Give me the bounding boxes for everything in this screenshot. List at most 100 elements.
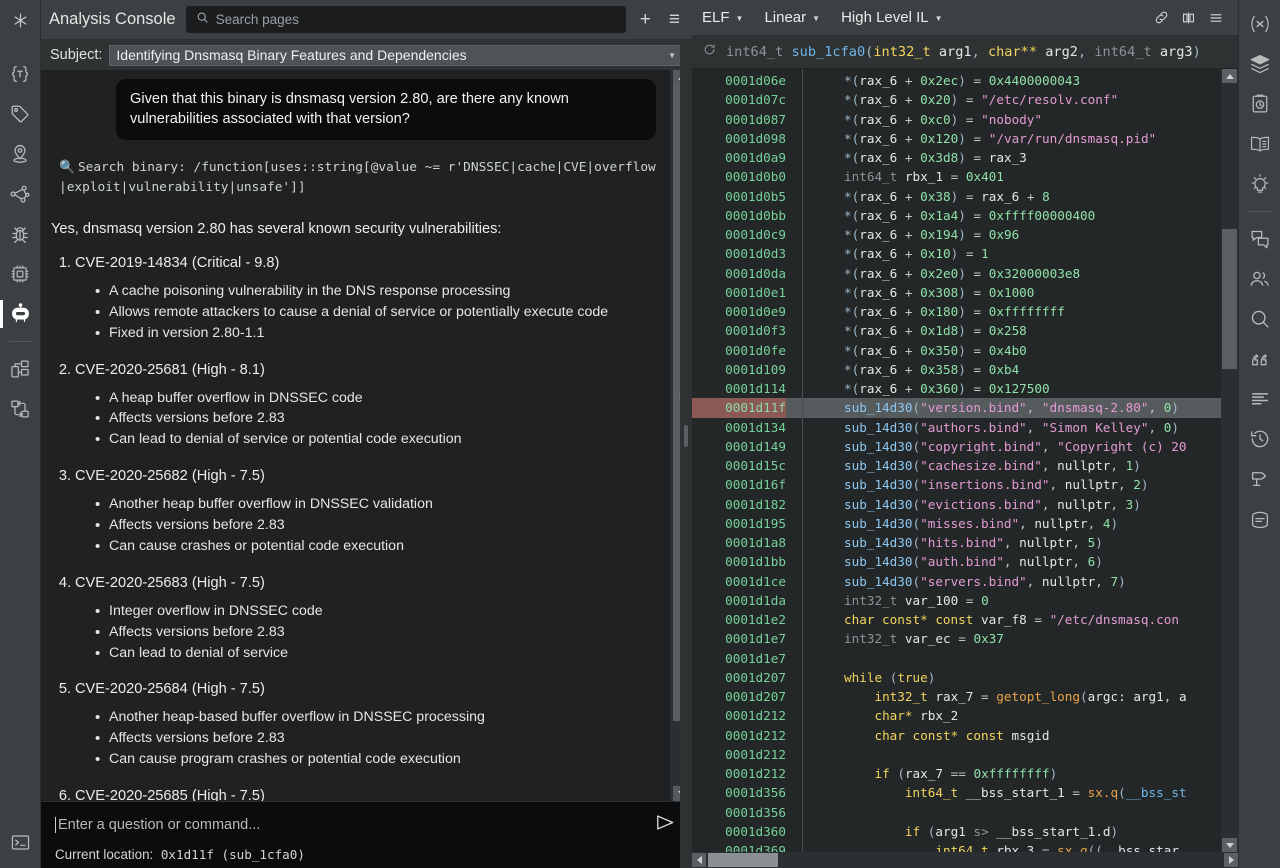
view-mode-dropdown[interactable]: Linear ▼ <box>764 9 831 26</box>
terminal-icon[interactable] <box>0 822 41 862</box>
code-line[interactable]: 0001d0e1 *(rax_6 + 0x308) = 0x1000 <box>692 283 1221 302</box>
code-scroll-right-button[interactable] <box>1224 853 1238 867</box>
code-line[interactable]: 0001d360 if (arg1 s> __bss_start_1.d) <box>692 822 1221 841</box>
code-line[interactable]: 0001d1a8 sub_14d30("hits.bind", nullptr, … <box>692 533 1221 552</box>
subject-dropdown[interactable]: Identifying Dnsmasq Binary Features and … <box>109 44 682 66</box>
code-line[interactable]: 0001d0b5 *(rax_6 + 0x38) = rax_6 + 8 <box>692 187 1221 206</box>
transform-icon[interactable] <box>0 389 41 429</box>
new-page-button[interactable]: + <box>636 10 655 29</box>
code-line[interactable]: 0001d0fe *(rax_6 + 0x350) = 0x4b0 <box>692 341 1221 360</box>
code-line[interactable]: 0001d1e7 int32_t var_ec = 0x37 <box>692 629 1221 648</box>
code-line[interactable]: 0001d114 *(rax_6 + 0x360) = 0x127500 <box>692 379 1221 398</box>
code-line[interactable]: 0001d06e *(rax_6 + 0x2ec) = 0x4400000043 <box>692 71 1221 90</box>
search-icon[interactable] <box>1239 299 1280 339</box>
call-graph-icon[interactable] <box>0 174 41 214</box>
reload-icon[interactable] <box>703 43 716 60</box>
code-line[interactable]: 0001d207 while (true) <box>692 668 1221 687</box>
subject-bar: Subject: Identifying Dnsmasq Binary Feat… <box>41 40 692 70</box>
stack-icon[interactable] <box>1239 499 1280 539</box>
hamburger-menu-icon[interactable] <box>1202 11 1230 25</box>
code-hscrollbar-thumb[interactable] <box>708 853 778 867</box>
code-line[interactable]: 0001d1e2 char const* const var_f8 = "/etc… <box>692 610 1221 629</box>
code-line-highlighted[interactable]: 0001d11f sub_14d30("version.bind", "dnsma… <box>692 398 1221 418</box>
lightbulb-icon[interactable] <box>1239 164 1280 204</box>
panel-splitter-grip[interactable] <box>684 425 688 447</box>
history-clock-icon[interactable] <box>1239 419 1280 459</box>
code-vscrollbar-thumb[interactable] <box>1222 229 1237 369</box>
split-pane-icon[interactable] <box>1175 11 1202 25</box>
code-line[interactable]: 0001d0f3 *(rax_6 + 0x1d8) = 0x258 <box>692 321 1221 340</box>
code-line[interactable]: 0001d356 <box>692 803 1221 822</box>
code-line[interactable]: 0001d087 *(rax_6 + 0xc0) = "nobody" <box>692 110 1221 129</box>
variables-icon[interactable] <box>1239 4 1280 44</box>
users-icon[interactable] <box>1239 259 1280 299</box>
code-line[interactable]: 0001d149 sub_14d30("copyright.bind", "Cop… <box>692 437 1221 456</box>
code-line[interactable]: 0001d0c9 *(rax_6 + 0x194) = 0x96 <box>692 225 1221 244</box>
code-line[interactable]: 0001d212 char const* const msgid <box>692 726 1221 745</box>
code-line[interactable]: 0001d0da *(rax_6 + 0x2e0) = 0x32000003e8 <box>692 264 1221 283</box>
code-view[interactable]: 0001d06e *(rax_6 + 0x2ec) = 0x4400000043 0… <box>692 69 1238 868</box>
code-line[interactable]: 0001d0e9 *(rax_6 + 0x180) = 0xffffffff <box>692 302 1221 321</box>
code-line[interactable]: 0001d1ce sub_14d30("servers.bind", nullpt… <box>692 572 1221 591</box>
code-line[interactable]: 0001d098 *(rax_6 + 0x120) = "/var/run/dns… <box>692 129 1221 148</box>
list-item: Affects versions before 2.83 <box>51 408 660 429</box>
bug-icon[interactable] <box>0 214 41 254</box>
code-line[interactable]: 0001d195 sub_14d30("misses.bind", nullptr… <box>692 514 1221 533</box>
view-type-dropdown[interactable]: ELF ▼ <box>702 9 754 26</box>
code-scroll-up-button[interactable] <box>1222 69 1237 83</box>
layers-icon[interactable] <box>1239 44 1280 84</box>
code-line[interactable]: 0001d1e7 <box>692 649 1221 668</box>
code-vertical-scrollbar[interactable] <box>1221 69 1238 852</box>
code-line[interactable]: 0001d0b0 int64_t rbx_1 = 0x401 <box>692 167 1221 186</box>
code-horizontal-scrollbar[interactable] <box>692 852 1238 868</box>
code-line[interactable]: 0001d369 int64_t rbx_3 = sx.q((__bss_sta… <box>692 841 1221 852</box>
code-line[interactable]: 0001d134 sub_14d30("authors.bind", "Simon… <box>692 418 1221 437</box>
list-item: Affects versions before 2.83 <box>51 728 660 749</box>
code-line[interactable]: 0001d212 <box>692 745 1221 764</box>
cve-heading: 5. CVE-2020-25684 (High - 7.5) <box>51 681 660 697</box>
book-icon[interactable] <box>1239 124 1280 164</box>
question-input[interactable] <box>55 817 644 833</box>
location-pin-icon[interactable] <box>0 134 41 174</box>
code-line[interactable]: 0001d212 char* rbx_2 <box>692 706 1221 725</box>
code-line[interactable]: 0001d07c *(rax_6 + 0x20) = "/etc/resolv.c… <box>692 90 1221 109</box>
lines-icon[interactable] <box>1239 379 1280 419</box>
comments-icon[interactable] <box>1239 219 1280 259</box>
code-line[interactable]: 0001d0d3 *(rax_6 + 0x10) = 1 <box>692 244 1221 263</box>
code-line[interactable]: 0001d212 if (rax_7 == 0xffffffff) <box>692 764 1221 783</box>
code-line[interactable]: 0001d15c sub_14d30("cachesize.bind", null… <box>692 456 1221 475</box>
code-line[interactable]: 0001d109 *(rax_6 + 0x358) = 0xb4 <box>692 360 1221 379</box>
code-address: 0001d0e1 <box>725 284 786 300</box>
code-address: 0001d1bb <box>725 554 786 570</box>
quotes-icon[interactable] <box>1239 339 1280 379</box>
list-item: Allows remote attackers to cause a denia… <box>51 302 660 323</box>
code-line[interactable]: 0001d0a9 *(rax_6 + 0x3d8) = rax_3 <box>692 148 1221 167</box>
code-line[interactable]: 0001d207 int32_t rax_7 = getopt_long(arg… <box>692 687 1221 706</box>
flag-marker-icon[interactable] <box>1239 459 1280 499</box>
code-line[interactable]: 0001d0bb *(rax_6 + 0x1a4) = 0xffff0000040… <box>692 206 1221 225</box>
code-scroll-down-button[interactable] <box>1222 838 1237 852</box>
clipboard-clock-icon[interactable] <box>1239 84 1280 124</box>
code-scroll-left-button[interactable] <box>692 853 706 867</box>
code-line[interactable]: 0001d356 int64_t __bss_start_1 = sx.q(__… <box>692 783 1221 802</box>
types-icon[interactable] <box>0 54 41 94</box>
code-line[interactable]: 0001d16f sub_14d30("insertions.bind", nul… <box>692 475 1221 494</box>
chip-icon[interactable] <box>0 254 41 294</box>
code-address: 0001d114 <box>725 381 786 396</box>
cve-title-text: CVE-2020-25682 (High - 7.5) <box>75 468 265 485</box>
link-icon[interactable] <box>1148 10 1175 25</box>
tag-icon[interactable] <box>0 94 41 134</box>
robot-icon[interactable] <box>0 294 41 334</box>
send-icon[interactable] <box>654 814 676 836</box>
code-line[interactable]: 0001d182 sub_14d30("evictions.bind", null… <box>692 495 1221 514</box>
search-input[interactable] <box>215 12 616 27</box>
code-address: 0001d1da <box>725 592 786 608</box>
code-line[interactable]: 0001d1da int32_t var_100 = 0 <box>692 591 1221 610</box>
code-address: 0001d0da <box>725 265 786 281</box>
components-icon[interactable] <box>0 349 41 389</box>
il-level-dropdown[interactable]: High Level IL ▼ <box>841 9 953 26</box>
code-line[interactable]: 0001d1bb sub_14d30("auth.bind", nullptr, … <box>692 552 1221 571</box>
header-menu-button[interactable]: ≡ <box>665 10 684 29</box>
panel-splitter[interactable] <box>680 40 692 868</box>
search-pages-box[interactable] <box>185 6 626 33</box>
